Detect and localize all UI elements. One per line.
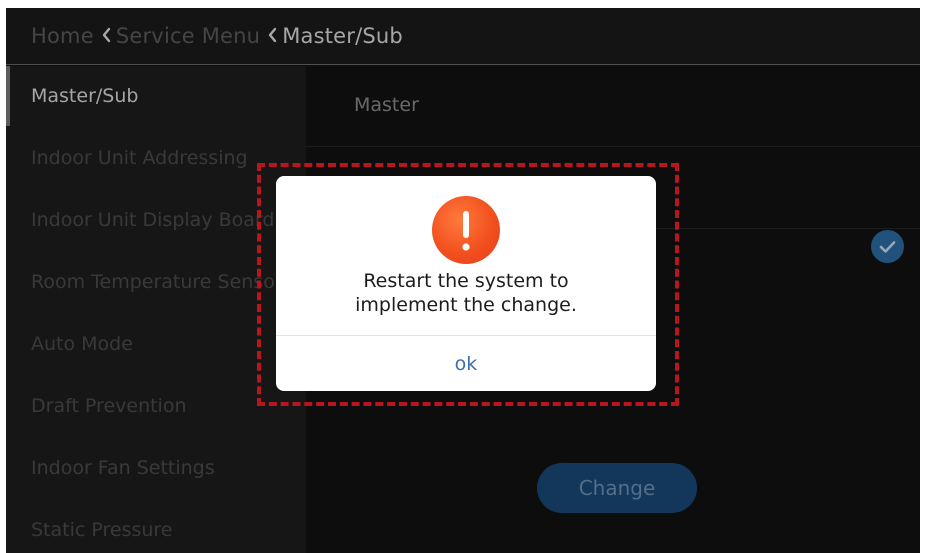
dialog-message: Restart the system to implement the chan… [276, 269, 656, 317]
alert-exclamation-icon [432, 196, 500, 264]
restart-dialog: Restart the system to implement the chan… [276, 176, 656, 391]
dialog-message-line-1: Restart the system to [363, 270, 569, 292]
ok-button[interactable]: ok [276, 336, 656, 391]
dialog-message-line-2: implement the change. [355, 294, 577, 316]
